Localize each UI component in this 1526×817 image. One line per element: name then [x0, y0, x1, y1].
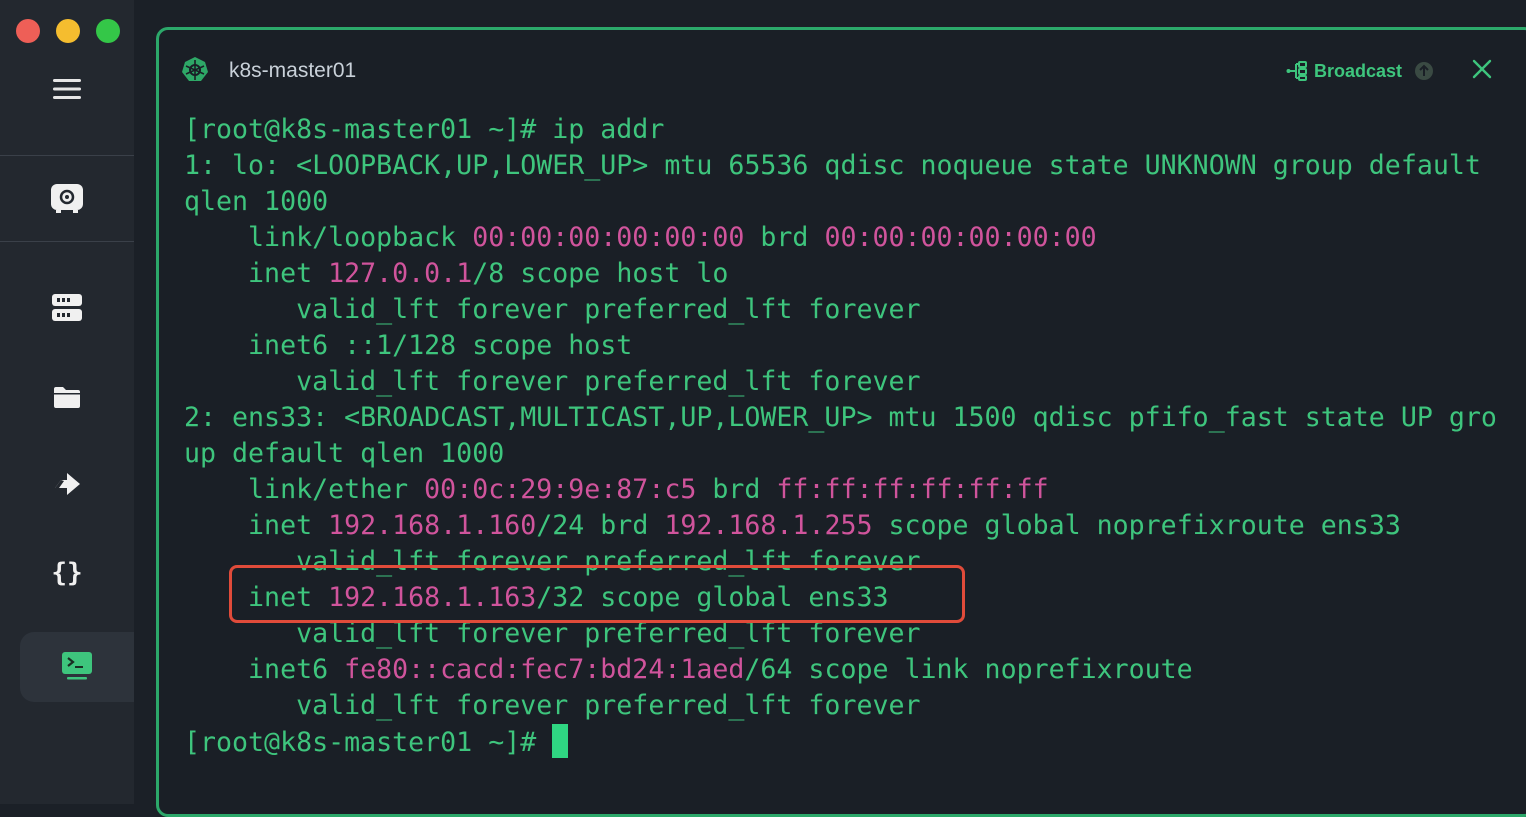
- terminal-tab-header: k8s-master01 Broadcast: [159, 30, 1526, 110]
- terminal-line: link/loopback 00:00:00:00:00:00 brd 00:0…: [184, 220, 1524, 256]
- terminal-text: valid_lft forever preferred_lft forever: [184, 366, 921, 397]
- kubernetes-host-icon: [182, 57, 208, 81]
- broadcast-button[interactable]: Broadcast: [1286, 56, 1434, 86]
- sidebar-item-port-forwarding[interactable]: [0, 449, 134, 519]
- sidebar-divider: [0, 241, 134, 242]
- broadcast-icon: [1286, 61, 1307, 81]
- terminal-value: 127.0.0.1: [328, 258, 473, 289]
- hosts-icon: [52, 294, 82, 321]
- folder-icon: [54, 387, 80, 408]
- terminal-line: valid_lft forever preferred_lft forever: [184, 688, 1524, 724]
- sidebar-menu-button[interactable]: [0, 54, 134, 124]
- window-zoom-button[interactable]: [96, 19, 120, 43]
- terminal-text: valid_lft forever preferred_lft forever: [184, 294, 921, 325]
- terminal-text: valid_lft forever preferred_lft forever: [184, 690, 921, 721]
- sidebar: {}: [0, 0, 134, 804]
- highlight-box: [229, 565, 965, 623]
- upgrade-badge-icon: [1415, 62, 1434, 80]
- sidebar-item-snippets[interactable]: {}: [0, 537, 134, 607]
- window-minimize-button[interactable]: [56, 19, 80, 43]
- terminal-text: inet6 ::1/128 scope host: [184, 330, 633, 361]
- port-forwarding-icon: [55, 473, 80, 495]
- terminal-text: [root@k8s-master01 ~]#: [184, 727, 553, 758]
- terminal-line: [root@k8s-master01 ~]# ip addr: [184, 112, 1524, 148]
- terminal-line: inet 192.168.1.160/24 brd 192.168.1.255 …: [184, 508, 1524, 544]
- terminal-text: link/ether: [184, 474, 425, 505]
- tab-title: k8s-master01: [229, 59, 357, 82]
- menu-icon: [53, 79, 81, 99]
- terminal-text: brd: [744, 222, 825, 253]
- sidebar-item-sftp[interactable]: [0, 362, 134, 432]
- terminal-line: [root@k8s-master01 ~]#: [184, 724, 1524, 760]
- terminal-line: qlen 1000: [184, 184, 1524, 220]
- terminal-value: 00:00:00:00:00:00: [824, 222, 1097, 253]
- terminal-text: inet: [184, 258, 329, 289]
- terminal-value: 192.168.1.255: [664, 510, 873, 541]
- terminal-value: ff:ff:ff:ff:ff:ff: [776, 474, 1049, 505]
- terminal-text: 2: ens33: <BROADCAST,MULTICAST,UP,LOWER_…: [184, 402, 1497, 433]
- terminal-line: up default qlen 1000: [184, 436, 1524, 472]
- terminal-text: link/loopback: [184, 222, 473, 253]
- terminal-text: inet: [184, 510, 329, 541]
- terminal-text: /24 brd: [536, 510, 665, 541]
- svg-text:{}: {}: [53, 558, 81, 587]
- terminal-line: valid_lft forever preferred_lft forever: [184, 364, 1524, 400]
- sidebar-item-hosts[interactable]: [0, 273, 134, 343]
- terminal-line: inet6 ::1/128 scope host: [184, 328, 1524, 364]
- terminal-line: inet 127.0.0.1/8 scope host lo: [184, 256, 1524, 292]
- sidebar-item-vault[interactable]: [0, 163, 134, 233]
- broadcast-label: Broadcast: [1314, 60, 1403, 81]
- terminal-icon: [62, 652, 92, 680]
- terminal-text: qlen 1000: [184, 186, 329, 217]
- terminal-line: valid_lft forever preferred_lft forever: [184, 292, 1524, 328]
- terminal-text: inet6: [184, 654, 345, 685]
- close-icon[interactable]: [1471, 58, 1493, 80]
- terminal-text: /8 scope host lo: [472, 258, 729, 289]
- sidebar-divider: [0, 155, 134, 156]
- terminal-line: inet6 fe80::cacd:fec7:bd24:1aed/64 scope…: [184, 652, 1524, 688]
- sidebar-item-terminal[interactable]: [20, 632, 134, 702]
- terminal-line: 1: lo: <LOOPBACK,UP,LOWER_UP> mtu 65536 …: [184, 148, 1524, 184]
- terminal-text: 1: lo: <LOOPBACK,UP,LOWER_UP> mtu 65536 …: [184, 150, 1481, 181]
- terminal-panel[interactable]: k8s-master01 Broadcast [root@k8s-master0…: [156, 27, 1526, 817]
- terminal-text: [root@k8s-master01 ~]# ip addr: [184, 114, 665, 145]
- terminal-line: link/ether 00:0c:29:9e:87:c5 brd ff:ff:f…: [184, 472, 1524, 508]
- terminal-text: /64 scope link noprefixroute: [744, 654, 1193, 685]
- terminal-text: scope global noprefixroute ens33: [872, 510, 1401, 541]
- window-close-button[interactable]: [16, 19, 40, 43]
- terminal-value: 192.168.1.160: [328, 510, 537, 541]
- terminal-value: fe80::cacd:fec7:bd24:1aed: [344, 654, 745, 685]
- vault-icon: [51, 184, 83, 213]
- terminal-output[interactable]: [root@k8s-master01 ~]# ip addr 1: lo: <LO…: [184, 112, 1524, 760]
- terminal-cursor: [552, 724, 569, 758]
- terminal-text: up default qlen 1000: [184, 438, 505, 469]
- terminal-value: 00:00:00:00:00:00: [472, 222, 745, 253]
- terminal-line: 2: ens33: <BROADCAST,MULTICAST,UP,LOWER_…: [184, 400, 1524, 436]
- braces-icon: {}: [53, 558, 81, 587]
- terminal-text: brd: [696, 474, 777, 505]
- terminal-value: 00:0c:29:9e:87:c5: [424, 474, 697, 505]
